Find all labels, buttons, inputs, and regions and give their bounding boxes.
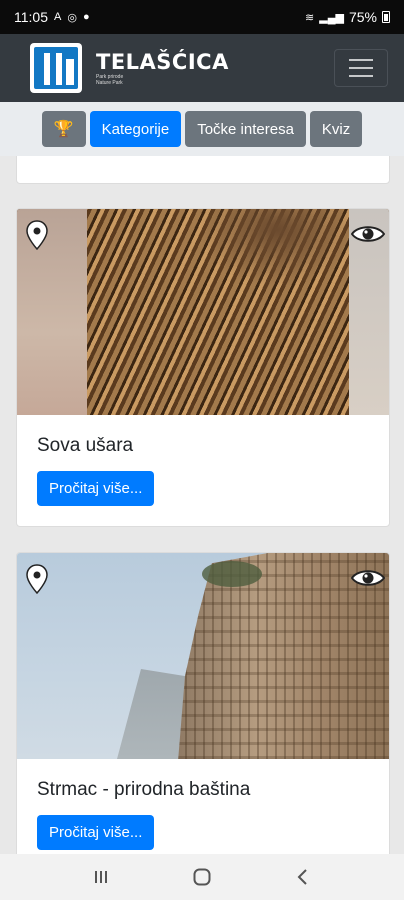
hamburger-icon-line — [349, 59, 373, 61]
card-body: Strmac - prirodna baština Pročitaj više.… — [17, 759, 389, 854]
park-logo[interactable] — [30, 43, 82, 93]
system-nav-bar — [0, 854, 404, 900]
card-title: Sova ušara — [37, 435, 134, 456]
battery-percent: 75% — [348, 9, 377, 25]
tab-leaderboard[interactable]: 🏆 — [41, 111, 86, 147]
instagram-icon: ◎ — [67, 11, 77, 24]
tab-quiz[interactable]: Kviz — [309, 111, 363, 147]
tab-categories[interactable]: Kategorije — [89, 111, 182, 147]
card-title: Strmac - prirodna baština — [37, 779, 251, 800]
back-button[interactable] — [283, 862, 323, 892]
card-previous — [16, 156, 390, 184]
battery-icon — [382, 11, 390, 23]
map-pin-icon[interactable] — [26, 220, 48, 250]
category-tabs: 🏆 Kategorije Točke interesa Kviz — [0, 102, 404, 156]
brand: TELAŠĆICA Park prirode Nature Park — [96, 50, 229, 86]
status-bar: 11:05 A ◎ ● ≋ ▂▄▆ 75% — [0, 0, 404, 34]
map-pin-icon[interactable] — [26, 564, 48, 594]
font-indicator-icon: A — [54, 11, 62, 23]
card-owl: Sova ušara Pročitaj više... — [16, 208, 390, 527]
card-body: Sova ušara Pročitaj više... — [17, 415, 389, 526]
status-time: 11:05 — [14, 9, 48, 25]
home-icon — [193, 868, 211, 886]
recent-apps-button[interactable] — [81, 862, 121, 892]
wifi-icon: ≋ — [305, 11, 315, 24]
home-button[interactable] — [182, 862, 222, 892]
signal-icon: ▂▄▆ — [319, 11, 344, 24]
back-icon — [297, 869, 308, 885]
owl-photo[interactable] — [17, 209, 389, 415]
tab-points-of-interest[interactable]: Točke interesa — [185, 111, 306, 147]
card-cliff: Strmac - prirodna baština Pročitaj više.… — [16, 552, 390, 854]
cliff-photo[interactable] — [17, 553, 389, 759]
brand-title: TELAŠĆICA — [96, 50, 229, 74]
hamburger-icon-line — [349, 75, 373, 77]
read-more-button[interactable]: Pročitaj više... — [37, 815, 155, 850]
app-header: TELAŠĆICA Park prirode Nature Park — [0, 34, 404, 102]
read-more-button[interactable]: Pročitaj više... — [37, 471, 155, 506]
eye-icon[interactable] — [351, 223, 385, 245]
brand-subtitle-2: Nature Park — [96, 80, 123, 86]
trophy-icon: 🏆 — [53, 121, 74, 138]
card-list: Sova ušara Pročitaj više... Strmac - pri… — [0, 156, 404, 854]
messenger-icon: ● — [82, 11, 90, 23]
recents-icon — [94, 871, 107, 883]
hamburger-icon-line — [349, 67, 373, 69]
eye-icon[interactable] — [351, 567, 385, 589]
hamburger-menu-button[interactable] — [334, 49, 388, 87]
